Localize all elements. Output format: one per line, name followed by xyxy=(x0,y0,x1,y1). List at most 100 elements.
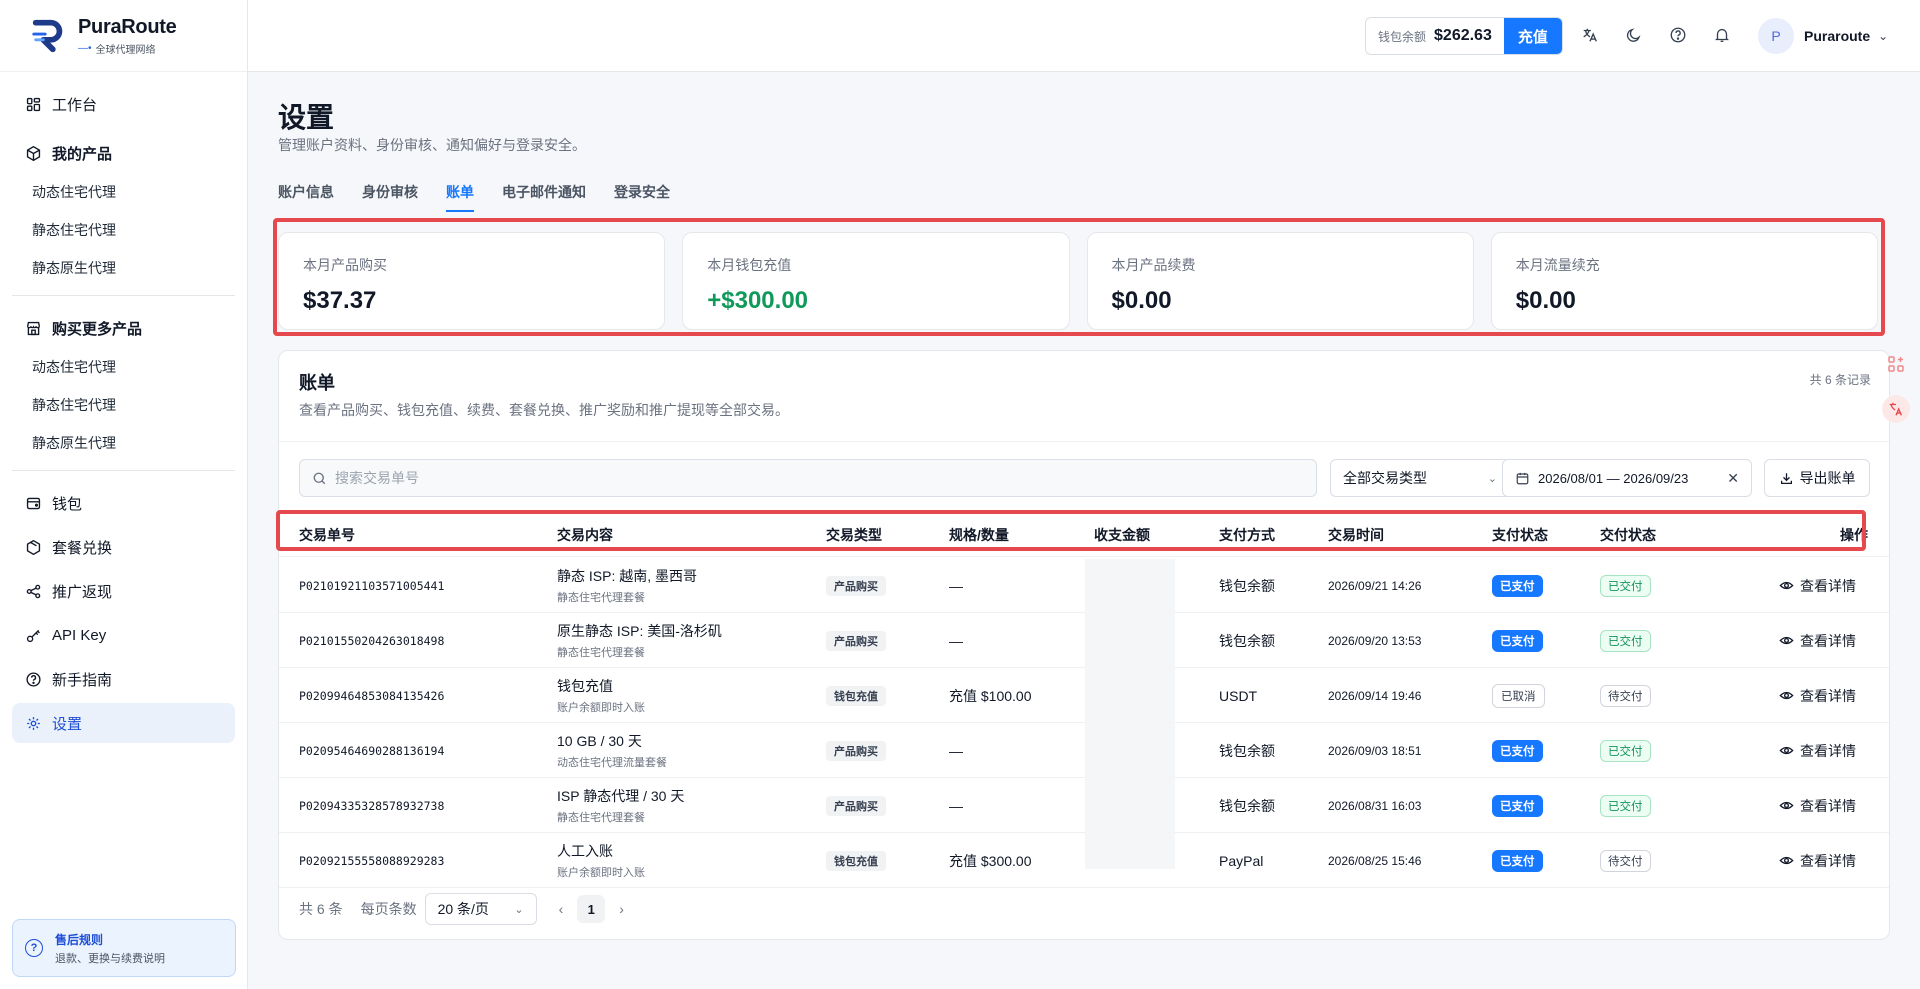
view-details-label: 查看详情 xyxy=(1800,687,1856,704)
table-row: P02092155558088929283 人工入账 账户余额即时入账 钱包充值 … xyxy=(279,833,1889,888)
sidebar-item-settings[interactable]: 设置 xyxy=(12,703,235,743)
search-input[interactable] xyxy=(335,470,1235,486)
settings-tabs: 账户信息 身份审核 账单 电子邮件通知 登录安全 xyxy=(278,182,698,212)
close-icon[interactable]: ✕ xyxy=(1727,470,1739,487)
sidebar-item-label: API Key xyxy=(52,626,107,644)
after-sale-rules[interactable]: ? 售后规则 退款、更换与续费说明 xyxy=(12,919,236,977)
transaction-id[interactable]: P02101921103571005441 xyxy=(299,579,444,593)
pay-method: 钱包余额 xyxy=(1219,797,1275,814)
type-filter-value: 全部交易类型 xyxy=(1343,470,1427,486)
transaction-content-sub: 静态住宅代理套餐 xyxy=(557,592,645,604)
moon-icon[interactable] xyxy=(1623,24,1645,46)
transaction-id[interactable]: P02094335328578932738 xyxy=(299,799,444,813)
view-details-link[interactable]: 查看详情 xyxy=(1779,631,1856,651)
stat-label: 本月产品续费 xyxy=(1111,257,1196,273)
col-action: 操作 xyxy=(1840,527,1868,543)
view-details-link[interactable]: 查看详情 xyxy=(1779,796,1856,816)
tab-billing[interactable]: 账单 xyxy=(446,182,474,212)
sidebar-item-api-key[interactable]: API Key xyxy=(12,615,235,655)
sidebar-item-label: 新手指南 xyxy=(52,671,113,689)
dashboard-icon xyxy=(24,95,42,113)
page-title: 设置 xyxy=(278,102,335,133)
translate-icon[interactable] xyxy=(1579,24,1601,46)
page-number[interactable]: 1 xyxy=(577,895,606,923)
bell-icon[interactable] xyxy=(1711,24,1733,46)
stat-value: $0.00 xyxy=(1515,287,1576,314)
tab-email-notify[interactable]: 电子邮件通知 xyxy=(502,182,586,212)
sidebar: PuraRoute —• 全球代理网络 工作台 我的产品 动态住宅代理 静态住宅代… xyxy=(0,0,248,989)
pay-status-badge: 已支付 xyxy=(1492,849,1543,872)
translate-widget-icon[interactable] xyxy=(1882,395,1910,423)
next-page-icon[interactable]: › xyxy=(619,901,624,917)
delivery-status-badge: 已交付 xyxy=(1600,739,1651,762)
pay-method: 钱包余额 xyxy=(1219,742,1275,759)
download-icon xyxy=(1780,472,1792,484)
export-button[interactable]: 导出账单 xyxy=(1764,459,1870,497)
sidebar-item-redeem[interactable]: 套餐兑换 xyxy=(12,527,235,567)
transaction-id[interactable]: P02101550204263018498 xyxy=(299,634,444,648)
brand-tagline: 全球代理网络 xyxy=(95,44,156,56)
spec-value: 充值 $300.00 xyxy=(949,852,1032,869)
sidebar-item-buy-dynamic-residential[interactable]: 动态住宅代理 xyxy=(12,348,235,386)
help-icon[interactable] xyxy=(1667,24,1689,46)
tab-login-security[interactable]: 登录安全 xyxy=(614,182,670,212)
delivery-status-badge: 待交付 xyxy=(1600,684,1651,707)
pay-method: 钱包余额 xyxy=(1219,577,1275,594)
view-details-link[interactable]: 查看详情 xyxy=(1779,741,1856,761)
brand[interactable]: PuraRoute —• 全球代理网络 xyxy=(0,0,247,72)
per-page-select[interactable]: 20 条/页 ⌄ xyxy=(424,893,537,925)
pager-total: 共 6 条 xyxy=(299,901,343,917)
tab-identity[interactable]: 身份审核 xyxy=(362,182,418,212)
sidebar-item-static-residential[interactable]: 静态住宅代理 xyxy=(12,211,235,249)
transaction-content-sub: 账户余额即时入账 xyxy=(557,867,645,879)
box-icon xyxy=(24,144,42,162)
tab-account-info[interactable]: 账户信息 xyxy=(278,182,334,212)
col-id: 交易单号 xyxy=(299,527,355,543)
sidebar-group-buy-more[interactable]: 购买更多产品 xyxy=(12,308,235,348)
spec-value: — xyxy=(949,632,963,649)
sidebar-item-wallet[interactable]: 钱包 xyxy=(12,483,235,523)
pay-status-badge: 已支付 xyxy=(1492,629,1543,652)
sidebar-item-guide[interactable]: 新手指南 xyxy=(12,659,235,699)
transaction-content: ISP 静态代理 / 30 天 xyxy=(557,788,685,804)
type-tag: 钱包充值 xyxy=(826,850,886,871)
date-range-picker[interactable]: 2026/08/01 — 2026/09/23 ✕ xyxy=(1502,459,1752,497)
view-details-link[interactable]: 查看详情 xyxy=(1779,686,1856,706)
search-box[interactable] xyxy=(299,459,1317,497)
transaction-id[interactable]: P02092155558088929283 xyxy=(299,854,444,868)
user-name: Puraroute xyxy=(1804,28,1871,44)
stat-value: $37.37 xyxy=(303,287,377,314)
stat-label: 本月钱包充值 xyxy=(707,257,792,273)
recharge-button[interactable]: 充值 xyxy=(1503,18,1562,54)
topbar: 钱包余额 $262.63 充值 P Puraroute ⌄ xyxy=(248,0,1920,72)
sidebar-item-dynamic-residential[interactable]: 动态住宅代理 xyxy=(12,173,235,211)
pay-status-badge: 已支付 xyxy=(1492,574,1543,597)
view-details-label: 查看详情 xyxy=(1800,742,1856,759)
sidebar-item-referral[interactable]: 推广返现 xyxy=(12,571,235,611)
transaction-id[interactable]: P02099464853084135426 xyxy=(299,689,444,703)
prev-page-icon[interactable]: ‹ xyxy=(559,901,564,917)
help-icon: ? xyxy=(25,939,43,957)
eye-icon xyxy=(1779,691,1794,700)
user-menu[interactable]: P Puraroute ⌄ xyxy=(1758,18,1888,54)
sidebar-item-static-native[interactable]: 静态原生代理 xyxy=(12,249,235,287)
view-details-link[interactable]: 查看详情 xyxy=(1779,576,1856,596)
sidebar-item-buy-static-residential[interactable]: 静态住宅代理 xyxy=(12,386,235,424)
table-row: P02101921103571005441 静态 ISP: 越南, 墨西哥 静态住… xyxy=(279,558,1889,613)
delivery-status-badge: 已交付 xyxy=(1600,794,1651,817)
gear-icon xyxy=(24,714,42,732)
apps-icon[interactable] xyxy=(1882,350,1910,378)
sidebar-item-workbench[interactable]: 工作台 xyxy=(12,84,235,124)
transaction-id[interactable]: P02095464690288136194 xyxy=(299,744,444,758)
type-filter-select[interactable]: 全部交易类型 ⌄ xyxy=(1330,459,1510,497)
brand-name: PuraRoute xyxy=(78,15,177,38)
view-details-link[interactable]: 查看详情 xyxy=(1779,851,1856,871)
pager-per-page-label: 每页条数 xyxy=(360,901,417,917)
sidebar-group-my-products[interactable]: 我的产品 xyxy=(12,133,235,173)
export-label: 导出账单 xyxy=(1799,470,1856,486)
transaction-time: 2026/08/31 16:03 xyxy=(1328,798,1422,813)
per-page-value: 20 条/页 xyxy=(437,901,489,917)
sidebar-item-buy-static-native[interactable]: 静态原生代理 xyxy=(12,424,235,462)
type-tag: 钱包充值 xyxy=(826,685,886,706)
sidebar-group-label: 我的产品 xyxy=(52,145,113,163)
